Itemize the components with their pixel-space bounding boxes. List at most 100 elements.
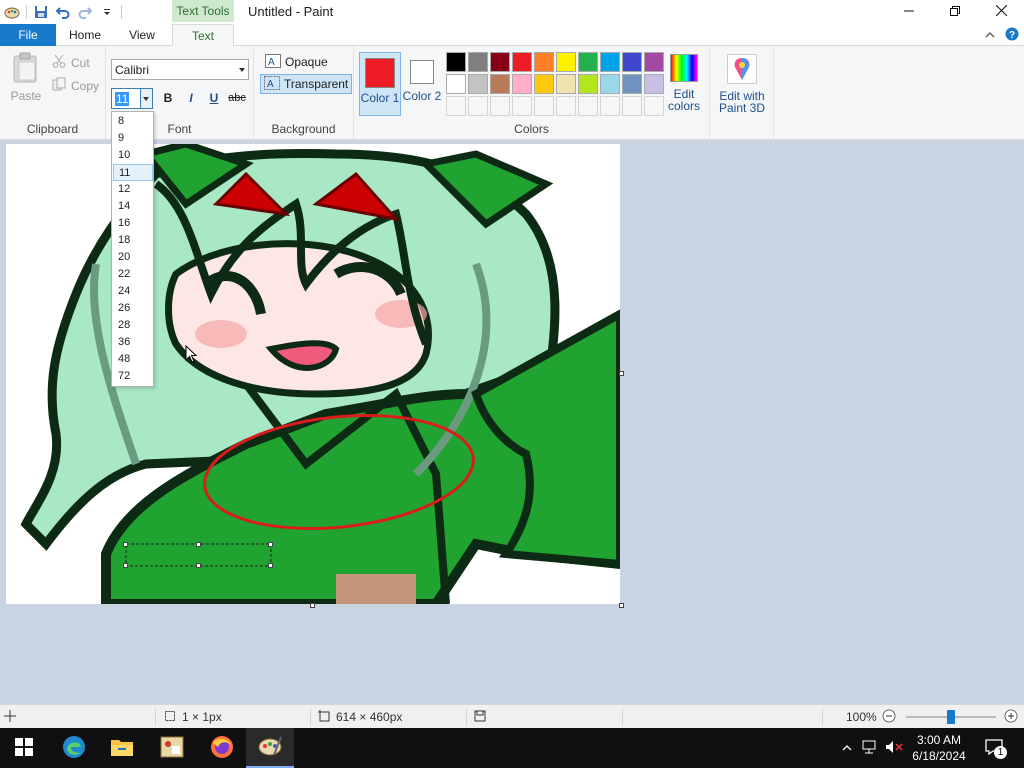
font-size-option[interactable]: 72: [113, 368, 153, 385]
palette-swatch[interactable]: [600, 96, 620, 116]
font-size-option[interactable]: 28: [113, 317, 153, 334]
volume-button[interactable]: [884, 728, 904, 768]
palette-swatch[interactable]: [534, 96, 554, 116]
palette-swatch[interactable]: [556, 74, 576, 94]
taskbar-edge[interactable]: [50, 728, 98, 768]
undo-icon[interactable]: [55, 4, 71, 20]
textbox-handle[interactable]: [196, 542, 201, 547]
minimize-ribbon-button[interactable]: [982, 27, 998, 43]
palette-swatch[interactable]: [622, 52, 642, 72]
palette-swatch[interactable]: [512, 74, 532, 94]
font-size-option[interactable]: 22: [113, 266, 153, 283]
palette-swatch[interactable]: [468, 52, 488, 72]
font-size-option[interactable]: 24: [113, 283, 153, 300]
palette-swatch[interactable]: [644, 74, 664, 94]
italic-button[interactable]: I: [180, 88, 202, 108]
palette-swatch[interactable]: [600, 52, 620, 72]
font-size-option[interactable]: 11: [113, 164, 153, 181]
tab-file[interactable]: File: [0, 24, 56, 46]
palette-swatch[interactable]: [534, 74, 554, 94]
color1-button[interactable]: Color 1: [359, 52, 401, 116]
network-button[interactable]: [860, 728, 880, 768]
help-button[interactable]: ?: [1004, 27, 1020, 43]
font-size-option[interactable]: 16: [113, 215, 153, 232]
edit-with-paint3d-button[interactable]: Edit with Paint 3D: [714, 54, 770, 114]
notifications-button[interactable]: 1: [982, 728, 1007, 768]
textbox-handle[interactable]: [268, 563, 273, 568]
font-size-option[interactable]: 12: [113, 181, 153, 198]
save-icon[interactable]: [33, 4, 49, 20]
edit-colors-button[interactable]: Edit colors: [664, 54, 704, 112]
palette-swatch[interactable]: [490, 74, 510, 94]
underline-button[interactable]: U: [203, 88, 225, 108]
palette-swatch[interactable]: [490, 96, 510, 116]
palette-swatch[interactable]: [578, 96, 598, 116]
taskbar-file-explorer[interactable]: [98, 728, 146, 768]
palette-swatch[interactable]: [556, 96, 576, 116]
canvas-resize-handle-corner[interactable]: [619, 603, 624, 608]
start-button[interactable]: [0, 728, 48, 768]
close-button[interactable]: [978, 0, 1024, 24]
tab-view[interactable]: View: [114, 24, 170, 46]
palette-swatch[interactable]: [446, 52, 466, 72]
taskbar-app[interactable]: [148, 728, 196, 768]
restore-button[interactable]: [932, 0, 978, 24]
palette-swatch[interactable]: [490, 52, 510, 72]
font-size-option[interactable]: 8: [113, 113, 153, 130]
palette-swatch[interactable]: [446, 74, 466, 94]
font-size-option[interactable]: 48: [113, 351, 153, 368]
font-family-select[interactable]: Calibri: [111, 59, 249, 80]
zoom-out-button[interactable]: [882, 705, 896, 729]
font-size-option[interactable]: 10: [113, 147, 153, 164]
font-size-option[interactable]: 18: [113, 232, 153, 249]
palette-swatch[interactable]: [534, 52, 554, 72]
taskbar-clock[interactable]: 3:00 AM 6/18/2024: [906, 732, 972, 764]
redo-icon[interactable]: [77, 4, 93, 20]
palette-swatch[interactable]: [556, 52, 576, 72]
palette-swatch[interactable]: [512, 52, 532, 72]
palette-swatch[interactable]: [468, 74, 488, 94]
font-size-dropdown-button[interactable]: [140, 89, 152, 108]
taskbar-paint[interactable]: [246, 728, 294, 768]
palette-swatch[interactable]: [622, 74, 642, 94]
palette-swatch[interactable]: [512, 96, 532, 116]
bold-button[interactable]: B: [157, 88, 179, 108]
tab-home[interactable]: Home: [58, 24, 112, 46]
textbox-handle[interactable]: [123, 542, 128, 547]
tray-overflow-button[interactable]: [838, 728, 856, 768]
drawing-canvas[interactable]: [6, 144, 620, 604]
cut-button[interactable]: Cut: [52, 54, 90, 71]
textbox-handle[interactable]: [123, 563, 128, 568]
minimize-button[interactable]: [886, 0, 932, 24]
transparent-option[interactable]: A Transparent: [260, 74, 353, 94]
palette-swatch[interactable]: [578, 74, 598, 94]
palette-swatch[interactable]: [644, 52, 664, 72]
font-size-option[interactable]: 36: [113, 334, 153, 351]
palette-swatch[interactable]: [600, 74, 620, 94]
font-size-option[interactable]: 26: [113, 300, 153, 317]
paint-app-icon[interactable]: [4, 4, 20, 20]
textbox-handle[interactable]: [196, 563, 201, 568]
textbox-handle[interactable]: [268, 542, 273, 547]
zoom-slider-thumb[interactable]: [947, 710, 955, 724]
font-size-option[interactable]: 20: [113, 249, 153, 266]
palette-swatch[interactable]: [446, 96, 466, 116]
strikethrough-button[interactable]: abc: [226, 88, 248, 108]
canvas-resize-handle-bottom[interactable]: [310, 603, 315, 608]
canvas-resize-handle-right[interactable]: [619, 371, 624, 376]
opaque-option[interactable]: A Opaque: [262, 52, 331, 72]
zoom-in-button[interactable]: [1004, 705, 1018, 729]
paste-button[interactable]: Paste: [8, 52, 44, 103]
palette-swatch[interactable]: [622, 96, 642, 116]
font-size-option[interactable]: 14: [113, 198, 153, 215]
palette-swatch[interactable]: [468, 96, 488, 116]
taskbar-firefox[interactable]: [198, 728, 246, 768]
color2-button[interactable]: Color 2: [401, 52, 443, 116]
copy-button[interactable]: Copy: [52, 77, 99, 94]
tab-text[interactable]: Text: [172, 24, 234, 47]
font-size-select[interactable]: 11: [111, 88, 153, 109]
palette-swatch[interactable]: [578, 52, 598, 72]
palette-swatch[interactable]: [644, 96, 664, 116]
font-size-option[interactable]: 9: [113, 130, 153, 147]
customize-qat-icon[interactable]: [99, 4, 115, 20]
